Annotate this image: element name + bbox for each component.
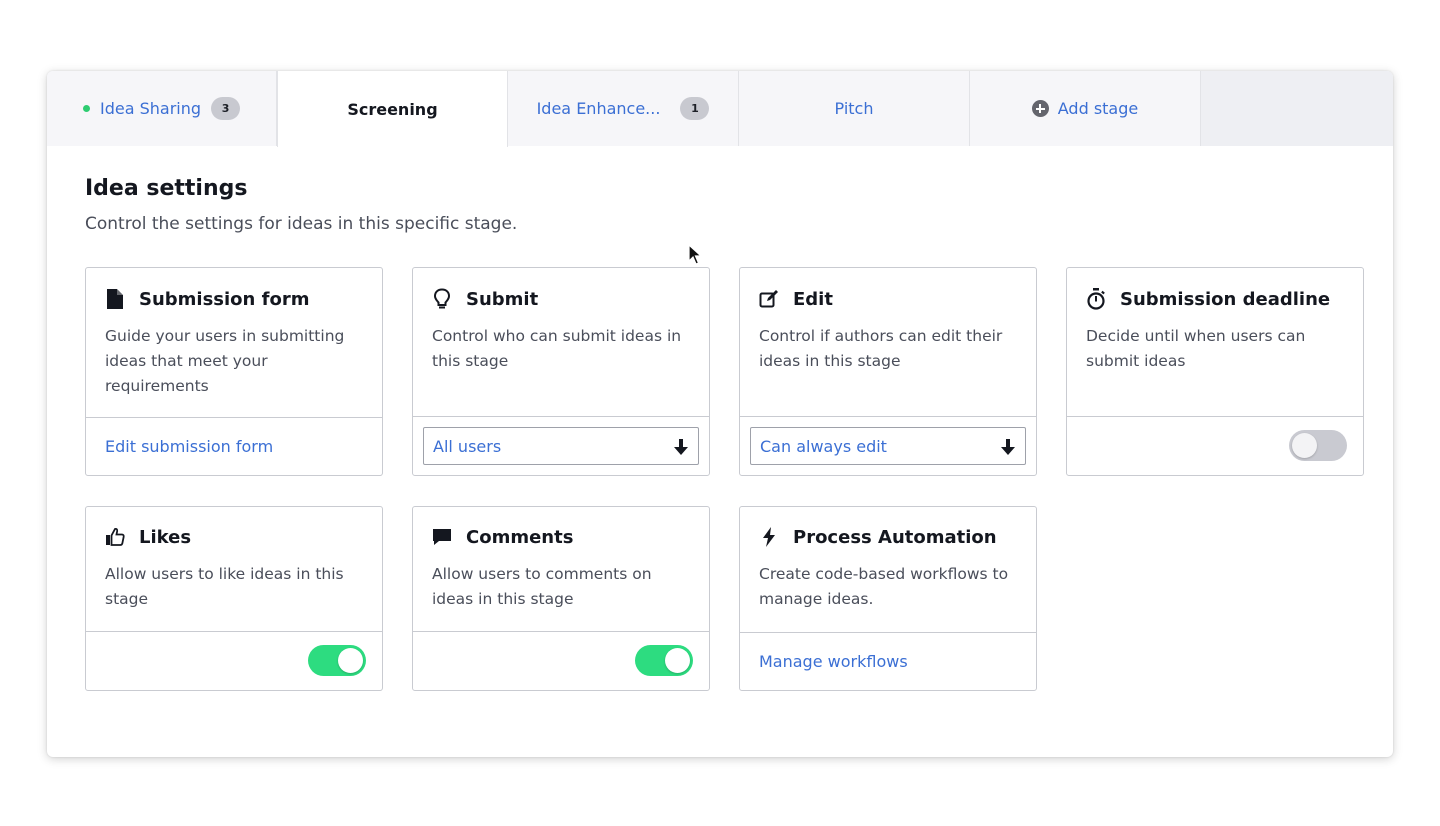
tab-idea-sharing[interactable]: Idea Sharing 3 xyxy=(47,71,277,146)
stopwatch-icon xyxy=(1086,288,1106,310)
thumbs-up-icon xyxy=(105,526,125,548)
card-footer: Can always edit xyxy=(740,416,1036,475)
page-title: Idea settings xyxy=(85,176,248,201)
card-description: Guide your users in submitting ideas tha… xyxy=(105,327,345,395)
tab-label: Idea Enhance... xyxy=(536,99,661,118)
document-icon xyxy=(105,288,125,310)
submit-permission-select[interactable]: All users xyxy=(423,427,699,465)
tab-count-badge: 1 xyxy=(680,97,710,120)
tab-label: Add stage xyxy=(1057,99,1139,118)
card-description: Control if authors can edit their ideas … xyxy=(759,327,1003,370)
comments-toggle[interactable] xyxy=(635,645,693,676)
card-title: Process Automation xyxy=(793,526,997,548)
mouse-pointer-icon xyxy=(688,244,702,265)
manage-workflows-link[interactable]: Manage workflows xyxy=(759,652,908,671)
stage-active-dot xyxy=(82,105,90,112)
card-description: Allow users to like ideas in this stage xyxy=(105,565,344,608)
edit-permission-select[interactable]: Can always edit xyxy=(750,427,1026,465)
likes-toggle[interactable] xyxy=(308,645,366,676)
card-title: Edit xyxy=(793,288,833,310)
card-comments: Comments Allow users to comments on idea… xyxy=(412,506,710,691)
card-submit: Submit Control who can submit ideas in t… xyxy=(412,267,710,476)
tab-screening[interactable]: Screening xyxy=(277,71,508,147)
edit-submission-form-link[interactable]: Edit submission form xyxy=(105,437,273,456)
tab-idea-enhance[interactable]: Idea Enhance... 1 xyxy=(508,71,739,146)
stage-settings-panel: Idea Sharing 3 Screening Idea Enhance...… xyxy=(47,71,1393,757)
card-footer xyxy=(1067,416,1363,475)
toggle-knob xyxy=(338,648,363,673)
tab-label: Screening xyxy=(347,99,438,119)
arrow-down-icon xyxy=(674,439,688,459)
add-stage-button[interactable]: Add stage xyxy=(970,71,1201,146)
select-value: Can always edit xyxy=(760,436,887,456)
arrow-down-icon xyxy=(1001,439,1015,459)
card-title: Submission deadline xyxy=(1120,288,1331,310)
plus-circle-icon xyxy=(1031,100,1049,117)
comment-icon xyxy=(432,526,452,548)
tab-count-badge: 3 xyxy=(211,97,241,120)
card-title: Submit xyxy=(466,288,539,310)
select-value: All users xyxy=(433,436,502,456)
bolt-icon xyxy=(759,526,779,548)
card-footer: Manage workflows xyxy=(740,632,1036,690)
tab-pitch[interactable]: Pitch xyxy=(739,71,970,146)
card-description: Control who can submit ideas in this sta… xyxy=(432,327,682,370)
card-footer: Edit submission form xyxy=(86,417,382,475)
toggle-knob xyxy=(665,648,690,673)
card-description: Create code-based workflows to manage id… xyxy=(759,565,1009,608)
card-process-automation: Process Automation Create code-based wor… xyxy=(739,506,1037,691)
tab-label: Idea Sharing xyxy=(99,99,202,118)
card-title: Likes xyxy=(139,526,192,548)
card-edit: Edit Control if authors can edit their i… xyxy=(739,267,1037,476)
card-submission-deadline: Submission deadline Decide until when us… xyxy=(1066,267,1364,476)
card-description: Decide until when users can submit ideas xyxy=(1086,327,1306,370)
submission-deadline-toggle[interactable] xyxy=(1289,430,1347,461)
card-title: Submission form xyxy=(139,288,310,310)
card-footer: All users xyxy=(413,416,709,475)
card-title: Comments xyxy=(466,526,574,548)
edit-icon xyxy=(759,288,779,310)
card-description: Allow users to comments on ideas in this… xyxy=(432,565,652,608)
page-subtitle: Control the settings for ideas in this s… xyxy=(85,214,518,234)
stage-tab-bar: Idea Sharing 3 Screening Idea Enhance...… xyxy=(47,71,1393,147)
card-submission-form: Submission form Guide your users in subm… xyxy=(85,267,383,476)
toggle-knob xyxy=(1292,433,1317,458)
card-likes: Likes Allow users to like ideas in this … xyxy=(85,506,383,691)
tab-label: Pitch xyxy=(834,99,874,118)
lightbulb-icon xyxy=(432,288,452,310)
card-footer xyxy=(413,631,709,690)
card-footer xyxy=(86,631,382,690)
